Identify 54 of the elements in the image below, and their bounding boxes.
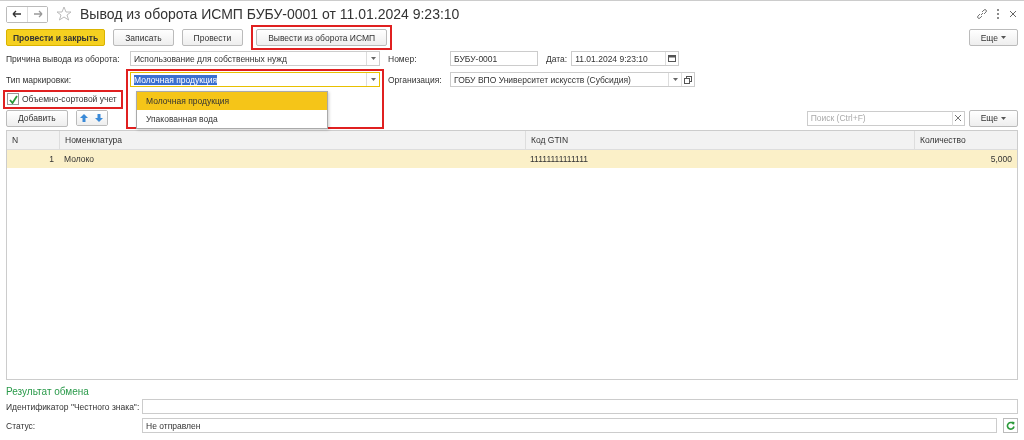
clear-icon <box>955 115 962 121</box>
number-field[interactable]: БУБУ-0001 <box>450 51 538 66</box>
table-cell-text: 5,000 <box>989 153 1013 166</box>
dropdown-icon <box>370 78 376 81</box>
dropdown-icon <box>370 57 376 60</box>
column-header[interactable]: Номенклатура <box>59 131 525 149</box>
star-icon[interactable] <box>56 6 72 22</box>
dropdown-icon <box>672 78 678 81</box>
toolbar-button[interactable]: Вывести из оборота ИСМП <box>256 29 388 46</box>
section-heading: Результат обмена <box>6 386 90 397</box>
checkbox[interactable] <box>7 93 19 105</box>
organization-field[interactable]: ГОБУ ВПО Университет искусств (Субсидия) <box>450 72 695 87</box>
move-up-button[interactable] <box>76 111 92 125</box>
caret-icon <box>1001 36 1006 39</box>
field-label: Номер: <box>387 53 418 64</box>
more-icon[interactable] <box>996 8 1000 20</box>
dropdown-option[interactable]: Упакованная вода <box>137 110 327 128</box>
column-header[interactable]: Количество <box>914 131 1017 149</box>
field-label: Дата: <box>545 53 569 64</box>
close-icon[interactable] <box>1008 9 1018 19</box>
column-header[interactable]: Код GTIN <box>525 131 914 149</box>
open-icon <box>684 75 692 84</box>
up-arrow-icon <box>80 114 89 122</box>
search-field[interactable]: Поиск (Ctrl+F) <box>806 110 952 126</box>
down-arrow-icon <box>95 114 104 122</box>
caret-icon <box>1001 116 1006 120</box>
table-cell-text: 11111111111111 <box>529 153 589 166</box>
right-arrow-icon <box>32 10 43 18</box>
reason-field[interactable]: Использование для собственных нужд <box>130 51 380 66</box>
date-field[interactable]: 11.01.2024 9:23:10 <box>571 51 680 66</box>
calendar-icon <box>668 55 677 62</box>
toolbar-button[interactable]: Записать <box>113 29 174 46</box>
status-field[interactable]: Не отправлен <box>142 418 997 433</box>
more-button[interactable]: Еще <box>968 29 1018 46</box>
more-button[interactable]: Еще <box>968 109 1018 127</box>
left-arrow-icon <box>12 10 22 18</box>
table-cell-text: Молоко <box>63 153 96 166</box>
field-label: Тип маркировки: <box>6 74 73 85</box>
marking-field[interactable]: Молочная продукция <box>130 72 380 87</box>
add-button[interactable]: Добавить <box>6 109 68 127</box>
link-icon[interactable] <box>976 8 988 20</box>
toolbar-button[interactable]: Провести и закрыть <box>6 29 106 46</box>
refresh-button[interactable] <box>1003 418 1018 433</box>
table-cell-text: 1 <box>48 153 55 166</box>
checkbox-label: Объемно-сортовой учет <box>22 94 117 104</box>
field-label: Статус: <box>6 420 37 431</box>
table-row[interactable]: 1 Молоко 11111111111111 5,000 <box>7 150 1017 168</box>
identifier-field[interactable] <box>142 399 1018 414</box>
toolbar-button[interactable]: Провести <box>181 29 244 46</box>
field-label: Причина вывода из оборота: <box>6 53 121 64</box>
dropdown-option[interactable]: Молочная продукция <box>137 92 327 110</box>
column-header[interactable]: N <box>7 131 59 149</box>
window-title: Вывод из оборота ИСМП БУБУ-0001 от 11.01.2024 9:23:10 <box>80 6 460 22</box>
field-label: Организация: <box>387 74 443 85</box>
